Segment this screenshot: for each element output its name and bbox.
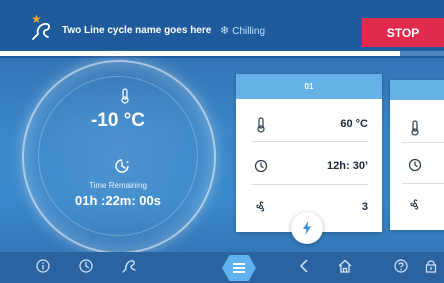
step-temperature: 60 °C [340,118,368,130]
lock-icon[interactable] [424,259,438,273]
menu-icon [233,263,245,273]
home-icon[interactable] [337,259,353,273]
divider [402,183,444,184]
bolt-icon [302,221,312,235]
fan-icon [253,200,269,214]
step-fan-speed: 3 [361,201,368,213]
divider [252,184,368,185]
help-icon[interactable] [394,259,408,273]
snowflake-icon: ❄ [220,25,230,37]
current-temperature: -10 °C [90,110,146,131]
step-card[interactable]: 01 60 °C 12h: 30’ 3 [236,74,382,232]
step-time: 12h: 30’ [327,160,368,172]
clock-icon [113,157,131,175]
time-remaining-label: Time Remaining [89,181,147,190]
divider [402,142,444,143]
back-icon[interactable] [299,259,309,273]
thermometer-icon [410,120,420,136]
thermometer-icon [256,117,266,133]
bottom-nav [0,252,444,283]
fan-icon [407,198,423,212]
step-card-title [390,80,444,100]
clock-icon [408,158,422,172]
step-card-title: 01 [236,74,382,99]
divider [252,141,368,142]
time-remaining-value: 01h :22m: 00s [75,193,161,208]
cycle-name: Two Line cycle name goes here [62,25,212,36]
thermometer-icon [120,88,130,104]
bolt-button[interactable] [291,212,323,244]
clock-icon[interactable] [79,259,93,273]
cycle-progress-fill [0,51,400,56]
status-label: ❄ Chilling [220,24,265,37]
clock-icon [254,159,268,173]
info-icon[interactable] [36,259,50,273]
stop-button[interactable]: STOP [362,18,444,47]
probe-icon[interactable] [121,259,137,273]
status-text: Chilling [232,26,266,37]
probe-icon[interactable] [30,20,52,42]
status-ring-inner [38,76,198,236]
step-card[interactable] [390,80,444,230]
